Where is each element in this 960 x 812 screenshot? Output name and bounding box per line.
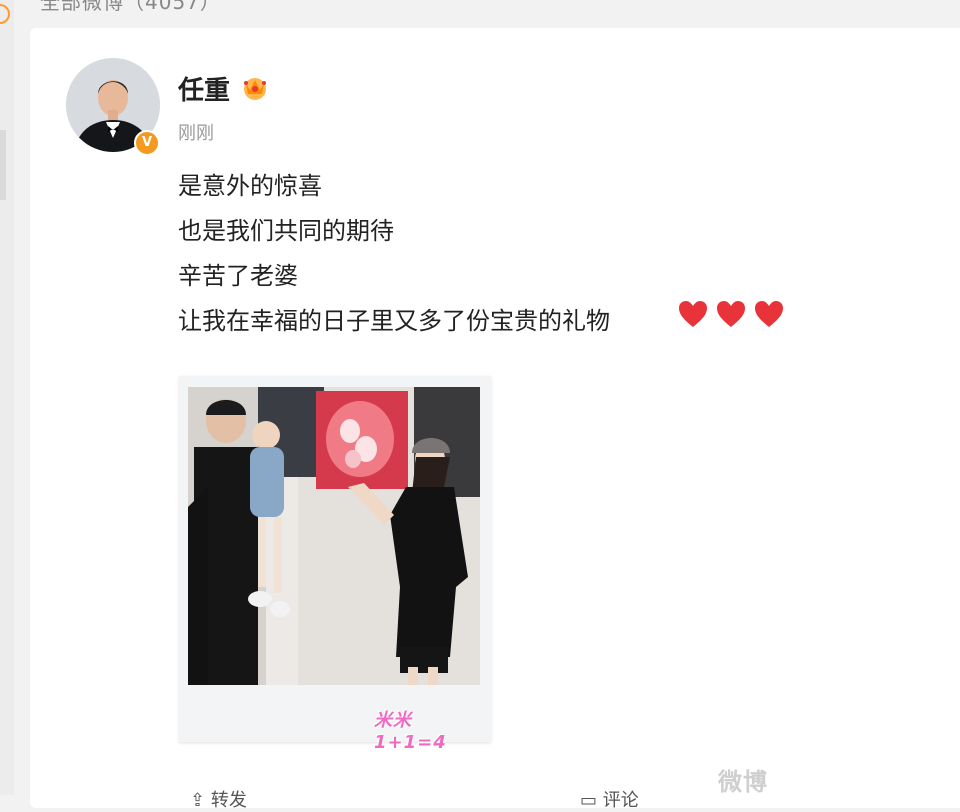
comment-button[interactable]: ▭ 评论	[580, 786, 639, 812]
photo-stamp-text: 米米 1+1=4	[374, 710, 447, 753]
heart-emojis	[678, 300, 784, 332]
post-text-line: 让我在幸福的日子里又多了份宝贵的礼物	[178, 307, 610, 335]
post-text-line: 辛苦了老婆	[178, 262, 298, 290]
left-scroll-strip	[0, 0, 14, 795]
post-action-bar: ⇪ 转发 ▭ 评论	[180, 786, 960, 811]
heart-icon	[754, 300, 784, 332]
post-author-name[interactable]: 任重	[178, 70, 230, 107]
crown-icon	[240, 72, 270, 106]
scrollbar-thumb[interactable]	[0, 130, 6, 200]
post-text-line: 是意外的惊喜	[178, 172, 322, 200]
share-label: 转发	[210, 790, 247, 811]
verified-badge-icon: V	[134, 130, 160, 156]
comment-label: 评论	[602, 790, 639, 811]
weibo-post-card	[30, 28, 960, 808]
post-timestamp[interactable]: 刚刚	[178, 119, 214, 145]
post-image-thumbnail[interactable]: 米米 1+1=4	[179, 376, 491, 753]
share-icon: ⇪	[190, 790, 206, 811]
family-photo	[188, 387, 480, 685]
post-text-line: 也是我们共同的期待	[178, 217, 394, 245]
feed-header-title: 全部微博（4057）	[40, 0, 221, 14]
heart-icon	[716, 300, 746, 332]
comment-icon: ▭	[580, 790, 598, 811]
share-button[interactable]: ⇪ 转发	[190, 786, 247, 812]
heart-icon	[678, 300, 708, 332]
